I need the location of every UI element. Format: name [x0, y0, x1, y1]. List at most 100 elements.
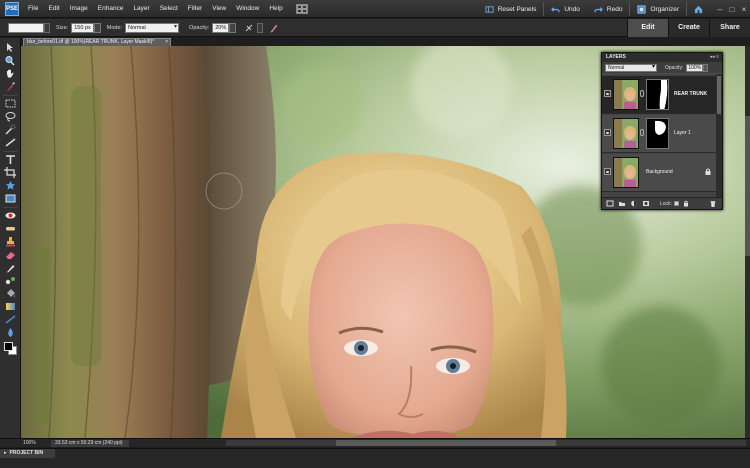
layer-name: Background	[646, 169, 673, 175]
hand-tool[interactable]	[4, 68, 17, 79]
menu-select[interactable]: Select	[155, 0, 183, 18]
reset-panels-button[interactable]: Reset Panels	[478, 0, 544, 18]
mask-link-icon[interactable]	[640, 129, 644, 136]
tab-share[interactable]: Share	[709, 19, 750, 37]
lock-transparent-pixels[interactable]	[673, 201, 679, 206]
smart-brush-tool[interactable]	[4, 275, 17, 286]
opacity-field[interactable]: 20%	[212, 22, 230, 33]
size-slider-toggle[interactable]	[93, 22, 101, 33]
toolbox-separator	[3, 207, 18, 208]
menu-view[interactable]: View	[207, 0, 231, 18]
close-document-icon[interactable]: ×	[165, 39, 168, 46]
foreground-color-swatch[interactable]	[4, 342, 13, 351]
arrange-documents-icon[interactable]	[295, 3, 308, 14]
menu-edit[interactable]: Edit	[43, 0, 64, 18]
cookie-cutter-tool[interactable]	[4, 180, 17, 191]
close-icon[interactable]: ×	[738, 5, 750, 14]
menu-filter[interactable]: Filter	[183, 0, 207, 18]
canvas-horizontal-scrollbar[interactable]	[226, 440, 746, 446]
spot-healing-tool[interactable]	[4, 223, 17, 234]
eraser-tool[interactable]	[4, 249, 17, 260]
layer-mask-thumbnail[interactable]	[646, 118, 669, 149]
layer-row-rear-trunk[interactable]: REAR TRUNK	[602, 76, 717, 114]
menu-file[interactable]: File	[23, 0, 43, 18]
redo-button[interactable]: Redo	[587, 0, 630, 18]
mode-select[interactable]: Normal	[125, 22, 180, 33]
quick-selection-tool[interactable]	[4, 124, 17, 135]
restore-icon[interactable]: □	[726, 5, 738, 14]
marquee-tool[interactable]	[4, 98, 17, 109]
tab-create[interactable]: Create	[668, 19, 709, 37]
zoom-level[interactable]: 100%	[0, 440, 43, 446]
brush-tool[interactable]	[4, 262, 17, 273]
airbrush-dropdown[interactable]	[257, 22, 264, 33]
straighten-icon	[5, 138, 16, 147]
layer-mask-thumbnail[interactable]	[646, 79, 669, 110]
menu-help[interactable]: Help	[264, 0, 287, 18]
layer-thumbnail	[613, 79, 639, 110]
tablet-settings-icon[interactable]	[269, 23, 279, 33]
recompose-tool[interactable]	[4, 193, 17, 204]
scrollbar-thumb[interactable]	[336, 440, 556, 446]
layer-row-layer-1[interactable]: Layer 1	[602, 115, 717, 153]
layers-scrollbar[interactable]	[716, 74, 722, 198]
brush-preset-dropdown[interactable]	[44, 22, 50, 33]
delete-layer-icon[interactable]	[709, 200, 717, 207]
paint-bucket-tool[interactable]	[4, 288, 17, 299]
panel-menu-icon[interactable]: ◂◂ ≡	[710, 53, 719, 62]
blend-mode-select[interactable]: Normal	[605, 63, 657, 72]
size-field[interactable]: 150 px	[71, 22, 94, 33]
new-layer-icon[interactable]	[606, 200, 614, 207]
eyedropper-tool[interactable]	[4, 81, 17, 92]
visibility-eye-icon[interactable]	[604, 90, 611, 97]
smart-brush-icon	[5, 277, 15, 285]
minimize-icon[interactable]: –	[714, 5, 726, 14]
type-tool[interactable]	[4, 154, 17, 165]
canvas-vertical-scrollbar[interactable]	[745, 46, 750, 438]
undo-button[interactable]: Undo	[544, 0, 587, 18]
cookie-cutter-icon	[6, 181, 15, 190]
gradient-tool[interactable]	[4, 301, 17, 312]
blur-tool[interactable]	[4, 327, 17, 338]
project-bin-toggle[interactable]: PROJECT BIN	[0, 449, 55, 458]
zoom-tool[interactable]	[4, 55, 17, 66]
scrollbar-thumb[interactable]	[745, 116, 750, 256]
clone-stamp-tool[interactable]	[4, 236, 17, 247]
organizer-icon	[637, 4, 647, 14]
size-label: Size:	[56, 24, 69, 31]
menu-window[interactable]: Window	[231, 0, 264, 18]
adjustment-layer-icon[interactable]	[630, 200, 638, 207]
lock-label: Lock:	[660, 200, 672, 207]
layers-panel-header[interactable]: LAYERS ◂◂ ≡	[602, 53, 722, 62]
crop-tool[interactable]	[4, 167, 17, 178]
menu-layer[interactable]: Layer	[128, 0, 154, 18]
straighten-tool[interactable]	[4, 137, 17, 148]
layer-row-background[interactable]: Background	[602, 154, 717, 192]
visibility-eye-icon[interactable]	[604, 168, 611, 175]
menu-image[interactable]: Image	[65, 0, 93, 18]
layers-panel-title: LAYERS	[606, 54, 626, 60]
lasso-tool[interactable]	[4, 111, 17, 122]
new-group-icon[interactable]	[618, 200, 626, 207]
document-tab[interactable]: blur_before01.tif @ 100%(REAR TRUNK, Lay…	[23, 38, 171, 46]
layer-opacity-field[interactable]: 100%	[686, 63, 704, 72]
tab-edit[interactable]: Edit	[627, 19, 668, 37]
move-tool[interactable]	[4, 42, 17, 53]
clone-stamp-icon	[6, 237, 15, 247]
organizer-button[interactable]: Organizer	[630, 0, 686, 18]
lock-all-icon[interactable]	[682, 200, 690, 207]
visibility-eye-icon[interactable]	[604, 129, 611, 136]
layer-name: Layer 1	[674, 130, 691, 136]
document-info[interactable]: 33.53 cm x 50.29 cm (240 ppi)	[51, 439, 129, 447]
home-button[interactable]	[687, 0, 714, 18]
menu-enhance[interactable]: Enhance	[93, 0, 129, 18]
mask-link-icon[interactable]	[640, 90, 644, 97]
opacity-slider-toggle[interactable]	[229, 22, 237, 33]
red-eye-tool[interactable]	[4, 210, 17, 221]
type-icon	[6, 155, 15, 164]
layer-opacity-dropdown[interactable]	[703, 63, 709, 72]
brush-preset-picker[interactable]	[8, 22, 44, 33]
custom-shape-tool[interactable]	[4, 314, 17, 325]
add-mask-icon[interactable]	[642, 200, 650, 207]
airbrush-icon[interactable]	[244, 23, 254, 33]
